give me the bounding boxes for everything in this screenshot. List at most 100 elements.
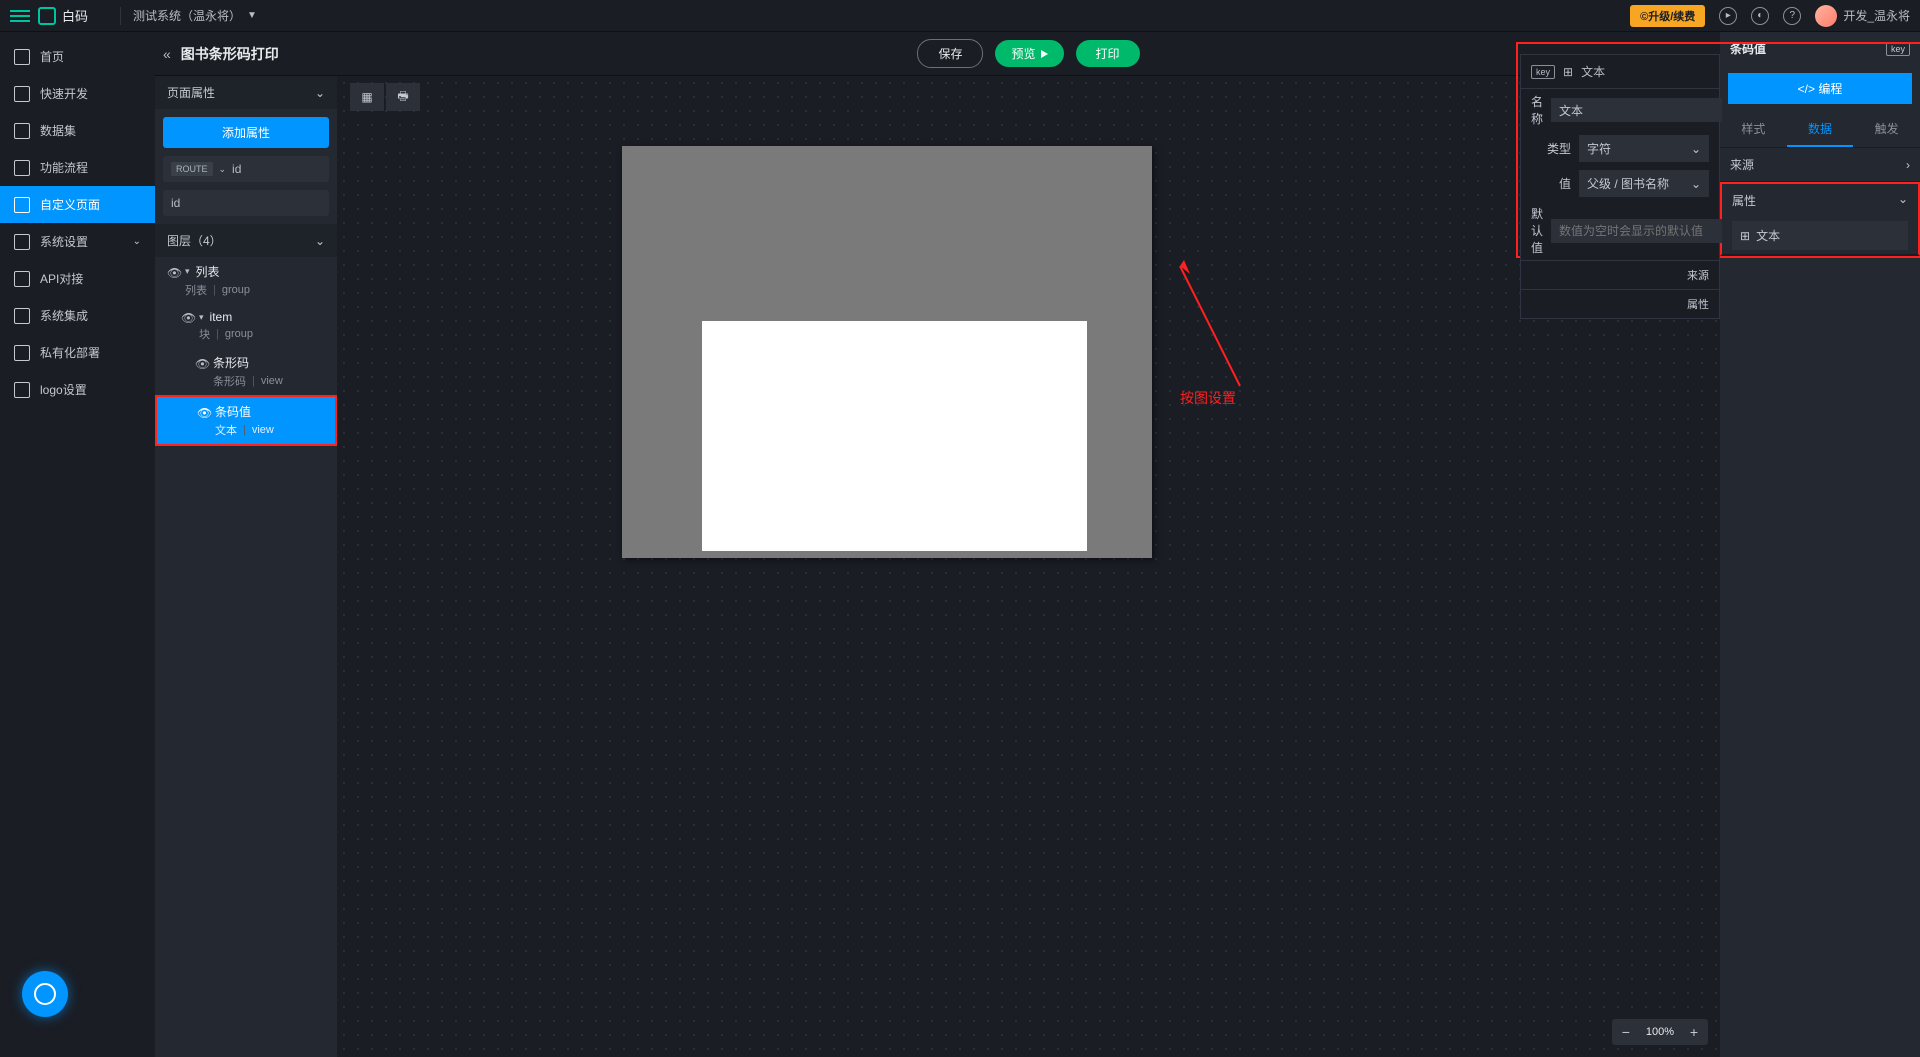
nav-home[interactable]: 首页 [0, 38, 155, 75]
name-label: 名称 [1531, 93, 1543, 127]
api-icon [14, 271, 30, 287]
nav-api[interactable]: API对接 [0, 260, 155, 297]
logo-setting-icon [14, 382, 30, 398]
default-label: 默认值 [1531, 205, 1543, 256]
text-config-popup: key ⊞ 文本 名称 类型 字符⌄ 值 父级 / 图书名称⌄ 默认值 来源 属… [1520, 54, 1720, 319]
nav-flow[interactable]: 功能流程 [0, 149, 155, 186]
zoom-in-button[interactable]: + [1680, 1019, 1708, 1045]
attr-route-row[interactable]: ROUTE ⌄ id [163, 156, 329, 182]
code-button[interactable]: </> 编程 [1728, 73, 1912, 104]
list-icon [14, 123, 30, 139]
nav-private[interactable]: 私有化部署 [0, 334, 155, 371]
zoom-out-button[interactable]: − [1612, 1019, 1640, 1045]
server-icon [14, 345, 30, 361]
add-attr-button[interactable]: 添加属性 [163, 117, 329, 148]
caret-down-icon: ▼ [247, 10, 257, 21]
mini-source: 来源 [1687, 270, 1709, 282]
print-button[interactable]: 打印 [1076, 40, 1140, 67]
left-nav: 首页 快速开发 数据集 功能流程 自定义页面 系统设置⌄ API对接 系统集成 … [0, 32, 155, 1057]
attr-input-row[interactable]: id [163, 190, 329, 216]
layers-header[interactable]: 图层（4） ⌄ [155, 224, 337, 257]
triangle-icon: ▾ [199, 312, 204, 323]
name-input[interactable] [1551, 98, 1722, 122]
flow-icon [14, 160, 30, 176]
fab-button[interactable] [22, 971, 68, 1017]
chevron-down-icon: ⌄ [133, 236, 141, 247]
layer-barcode[interactable]: 👁条形码 条形码|view [155, 348, 337, 395]
type-label: 类型 [1531, 140, 1571, 157]
zoom-level: 100% [1640, 1026, 1680, 1038]
eye-icon: 👁 [181, 311, 193, 323]
save-button[interactable]: 保存 [917, 39, 983, 68]
bulb-icon [34, 983, 56, 1005]
page-attr-header[interactable]: 页面属性 ⌄ [155, 76, 337, 109]
page-title: 图书条形码打印 [181, 44, 279, 64]
eye-icon: 👁 [197, 406, 209, 418]
play-icon[interactable]: ▸ [1719, 7, 1737, 25]
divider [120, 7, 121, 25]
white-content-area[interactable] [702, 321, 1087, 551]
artboard[interactable] [622, 146, 1152, 558]
nav-quickdev[interactable]: 快速开发 [0, 75, 155, 112]
attr-section: 属性 ⌄ ⊞ 文本 [1720, 182, 1920, 256]
back-button[interactable]: « [163, 46, 171, 62]
nav-settings[interactable]: 系统设置⌄ [0, 223, 155, 260]
gear-icon [14, 234, 30, 250]
route-badge: ROUTE [171, 162, 213, 176]
nav-logo[interactable]: logo设置 [0, 371, 155, 408]
attr-text-item[interactable]: ⊞ 文本 [1732, 221, 1908, 250]
chevron-right-icon: › [1906, 158, 1910, 172]
triangle-icon: ▾ [185, 266, 190, 277]
type-select[interactable]: 字符⌄ [1579, 135, 1709, 162]
menu-icon[interactable] [10, 6, 30, 26]
chevron-down-icon: ⌄ [1898, 192, 1908, 209]
value-label: 值 [1531, 175, 1571, 192]
source-section[interactable]: 来源 › [1720, 148, 1920, 182]
layer-item[interactable]: 👁▾item 块|group [155, 304, 337, 348]
text-icon: ⊞ [1740, 229, 1750, 243]
system-selector[interactable]: 测试系统（温永将） ▼ [133, 7, 257, 24]
nav-integration[interactable]: 系统集成 [0, 297, 155, 334]
tab-trigger[interactable]: 触发 [1853, 112, 1920, 147]
logo[interactable]: 白码 [38, 6, 88, 25]
logo-mark-icon [38, 7, 56, 25]
chevron-down-icon: ⌄ [315, 234, 325, 248]
avatar-icon [1815, 5, 1837, 27]
attr-id: id [171, 196, 180, 210]
chevron-down-icon: ⌄ [219, 164, 227, 175]
upgrade-button[interactable]: ©升级/续费 [1630, 5, 1705, 27]
nav-custom-page[interactable]: 自定义页面 [0, 186, 155, 223]
help-icon[interactable]: ? [1783, 7, 1801, 25]
cloud-icon[interactable]: ◐ [1751, 7, 1769, 25]
rp-tabs: 样式 数据 触发 [1720, 112, 1920, 148]
preview-button[interactable]: 预览 [995, 40, 1063, 67]
right-panel: 条码值 key </> 编程 样式 数据 触发 来源 › 属性 ⌄ ⊞ [1720, 32, 1920, 1057]
layer-list[interactable]: 👁▾列表 列表|group [155, 257, 337, 304]
user-name: 开发_温永将 [1843, 7, 1910, 24]
layer-barcode-value[interactable]: 👁条码值 文本|view [155, 395, 337, 446]
zoom-control: − 100% + [1612, 1019, 1708, 1045]
nav-dataset[interactable]: 数据集 [0, 112, 155, 149]
eye-icon: 👁 [167, 266, 179, 278]
play-icon [1041, 50, 1048, 58]
text-icon: ⊞ [1563, 65, 1573, 79]
tab-style[interactable]: 样式 [1720, 112, 1787, 147]
toolbar: 保存 预览 打印 [337, 32, 1720, 76]
chevron-down-icon: ⌄ [315, 86, 325, 100]
cube-icon [14, 86, 30, 102]
chevron-down-icon: ⌄ [1691, 177, 1701, 191]
default-input[interactable] [1551, 219, 1722, 243]
page-icon [14, 197, 30, 213]
key-badge-icon: key [1531, 65, 1555, 79]
layers-icon [14, 308, 30, 324]
popup-title: 文本 [1581, 63, 1605, 80]
attr-header[interactable]: 属性 ⌄ [1722, 184, 1918, 217]
secondary-panel: « 图书条形码打印 页面属性 ⌄ 添加属性 ROUTE ⌄ id id 图层（4… [155, 32, 337, 1057]
page-titlebar: « 图书条形码打印 [155, 32, 337, 76]
value-select[interactable]: 父级 / 图书名称⌄ [1579, 170, 1709, 197]
user-menu[interactable]: 开发_温永将 [1815, 5, 1910, 27]
tab-data[interactable]: 数据 [1787, 112, 1854, 147]
home-icon [14, 49, 30, 65]
eye-icon: 👁 [195, 357, 207, 369]
chevron-down-icon: ⌄ [1691, 142, 1701, 156]
